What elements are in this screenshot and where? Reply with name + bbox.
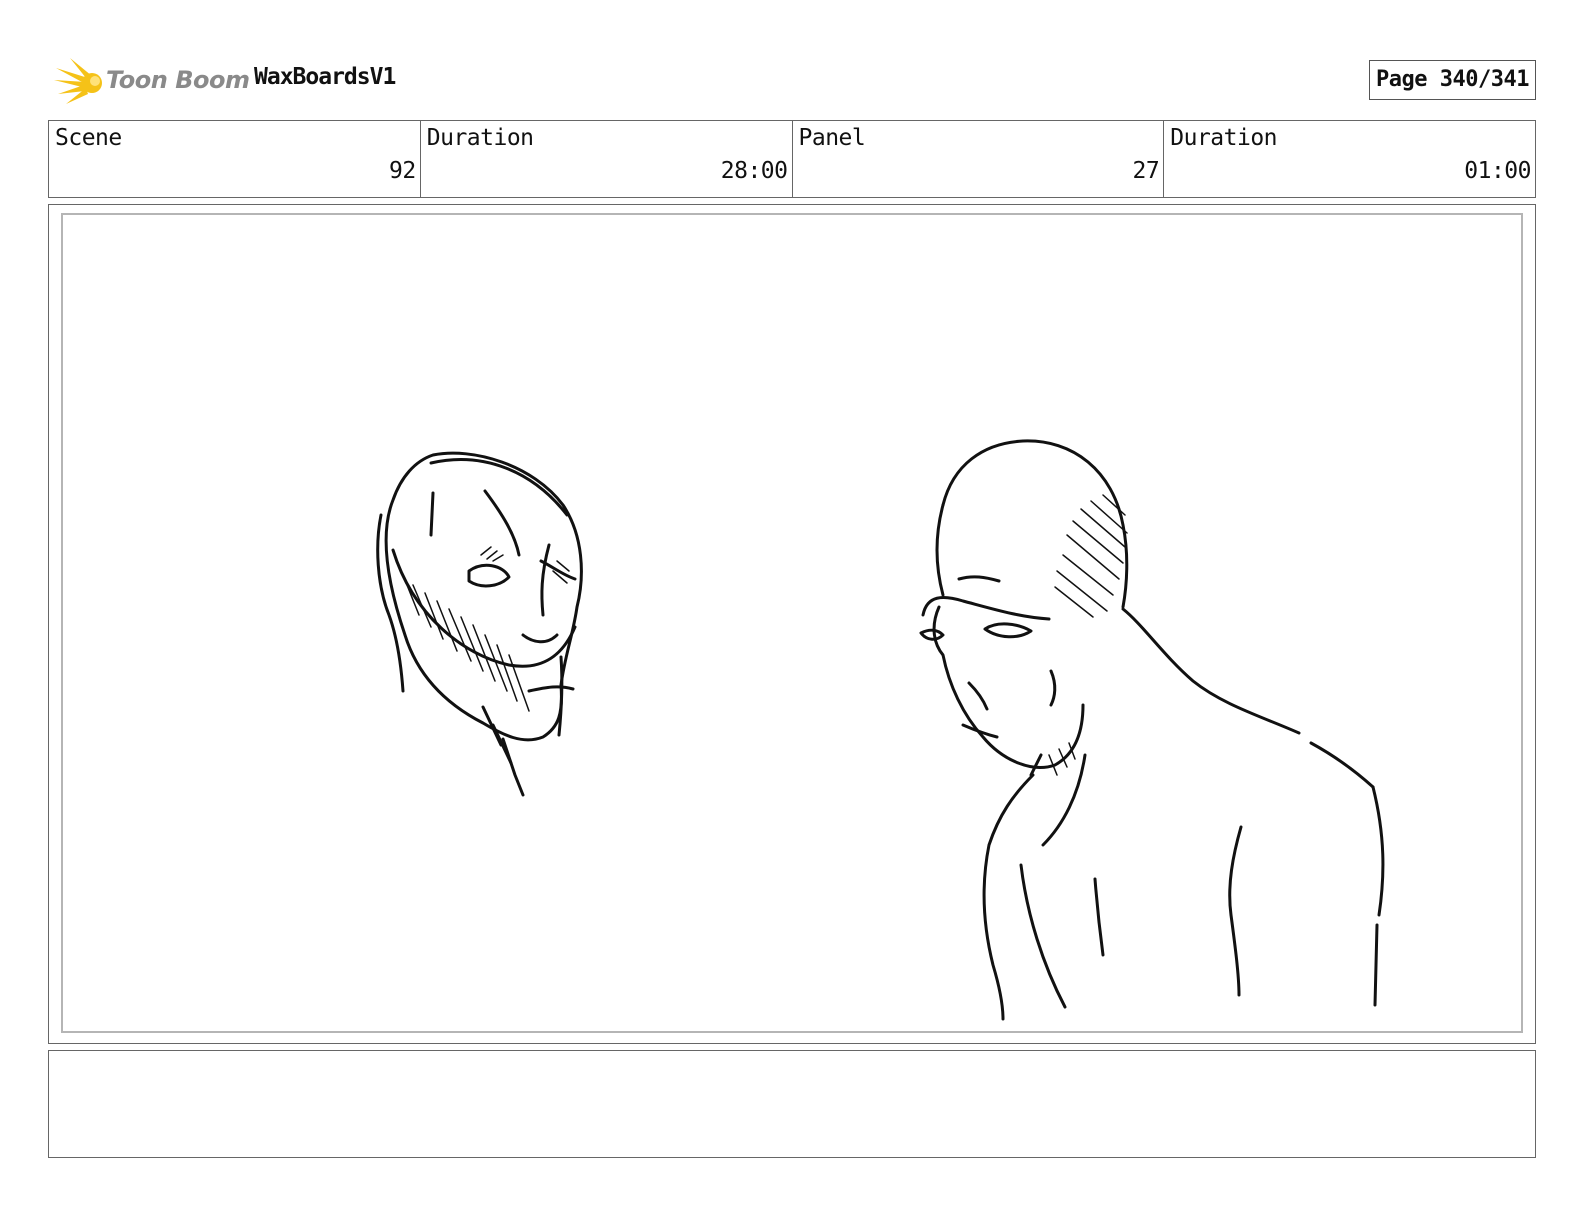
storyboard-panel-image — [61, 213, 1523, 1033]
scene-duration-label: Duration — [426, 125, 534, 151]
logo-text: Toon Boom — [106, 66, 250, 94]
panel-duration-value: 01:00 — [1464, 158, 1531, 184]
panel-duration-cell: Duration 01:00 — [1164, 121, 1535, 197]
panel-notes-box — [48, 1050, 1536, 1158]
storyboard-panel-frame — [48, 204, 1536, 1044]
panel-value: 27 — [1132, 158, 1160, 184]
scene-value: 92 — [389, 158, 416, 184]
scene-duration-value: 28:00 — [720, 158, 788, 184]
sketch-left-head — [376, 451, 583, 797]
toon-boom-star-icon — [54, 58, 102, 104]
page-indicator: Page 340/341 — [1369, 60, 1536, 100]
project-title: WaxBoardsV1 — [254, 64, 396, 90]
panel-cell: Panel 27 — [793, 121, 1165, 197]
toon-boom-logo: Toon Boom — [52, 54, 250, 108]
sketch-right-figure — [919, 439, 1385, 1021]
panel-sketch — [376, 439, 1385, 1021]
scene-cell: Scene 92 — [49, 121, 421, 197]
scene-info-row: Scene 92 Duration 28:00 Panel 27 Duratio… — [48, 120, 1536, 198]
scene-label: Scene — [55, 125, 122, 151]
page-header: Toon Boom WaxBoardsV1 Page 340/341 — [48, 52, 1536, 108]
scene-duration-cell: Duration 28:00 — [421, 121, 793, 197]
panel-duration-label: Duration — [1170, 125, 1278, 151]
panel-label: Panel — [798, 125, 866, 151]
